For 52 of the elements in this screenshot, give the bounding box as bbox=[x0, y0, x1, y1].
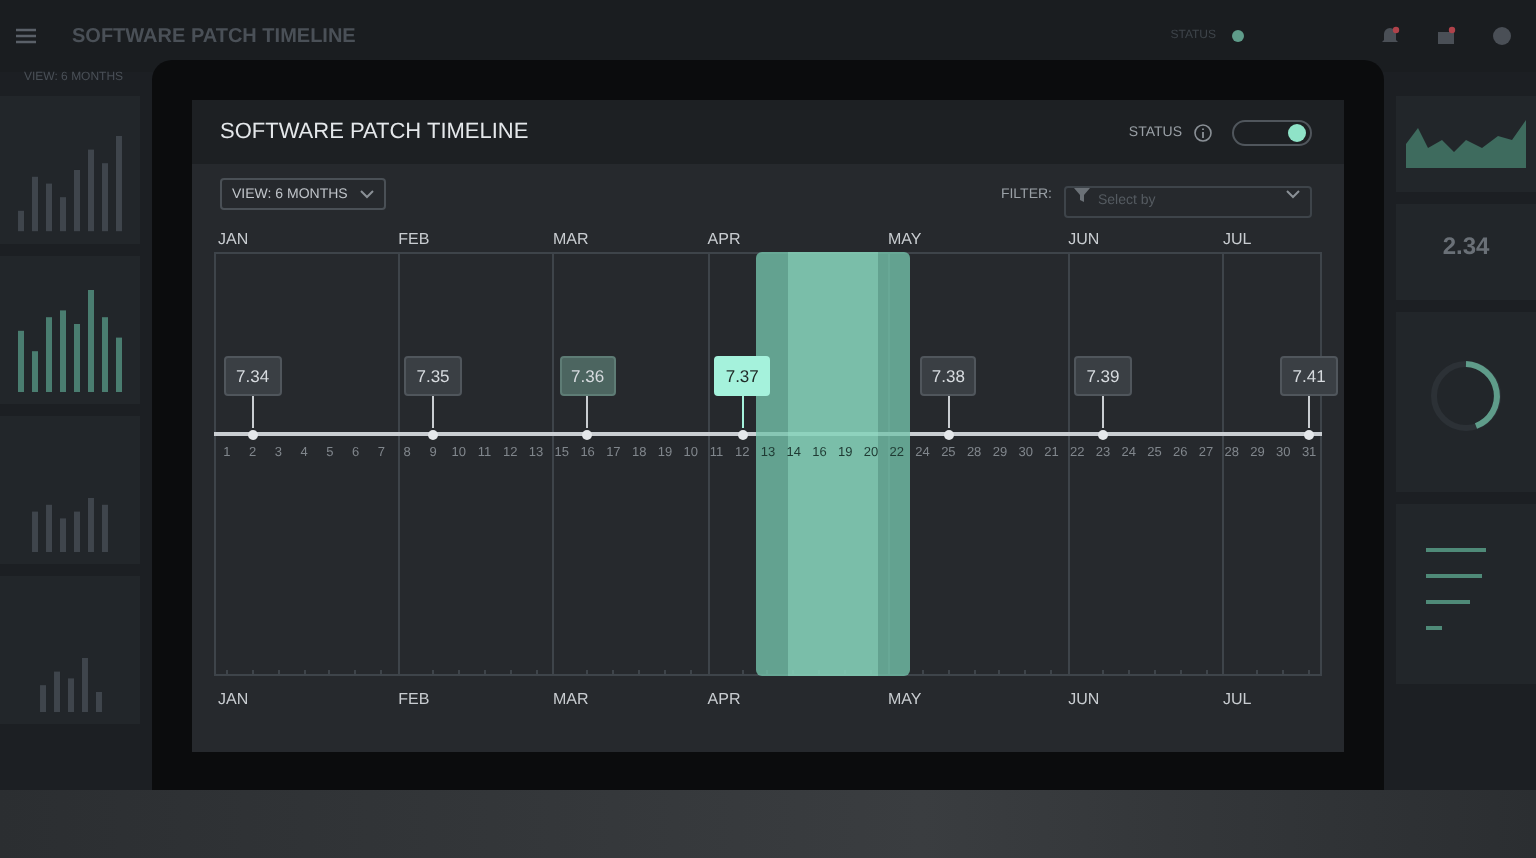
month-label: MAR bbox=[552, 230, 591, 252]
chevron-down-icon bbox=[359, 189, 374, 199]
month-label: MAR bbox=[552, 690, 591, 712]
version-badge: 7.38 bbox=[919, 356, 977, 396]
mail-icon[interactable] bbox=[1436, 26, 1456, 46]
stem-line bbox=[432, 392, 434, 428]
stem-line bbox=[1101, 392, 1104, 428]
version-badge: 7.34 bbox=[224, 356, 282, 396]
stem-line bbox=[586, 392, 589, 428]
version-badge: 7.37 bbox=[713, 356, 771, 396]
bell-icon[interactable] bbox=[1380, 26, 1400, 46]
month-label: MAY bbox=[887, 690, 924, 712]
month-label: FEB bbox=[398, 230, 432, 252]
bar-chart-drawing bbox=[18, 136, 122, 232]
month-label: APR bbox=[707, 690, 743, 712]
release-dot bbox=[582, 429, 593, 439]
info-icon[interactable] bbox=[1194, 123, 1212, 141]
stem-line bbox=[741, 392, 744, 428]
release-dot bbox=[1304, 429, 1315, 439]
chevron-down-icon bbox=[1286, 190, 1300, 200]
month-label: APR bbox=[707, 230, 743, 252]
month-label: JUL bbox=[1222, 230, 1254, 252]
version-badge: 7.39 bbox=[1074, 356, 1132, 396]
release-dot bbox=[428, 429, 438, 439]
release-dot bbox=[1097, 429, 1108, 439]
release-dot bbox=[737, 429, 748, 439]
month-label: MAY bbox=[887, 230, 924, 252]
menu-icon[interactable] bbox=[16, 28, 36, 44]
month-label: JUN bbox=[1068, 690, 1102, 712]
stem-line bbox=[947, 392, 950, 428]
month-label: JAN bbox=[218, 690, 251, 712]
version-badge: 7.41 bbox=[1280, 356, 1338, 396]
bar-chart-drawing bbox=[32, 497, 108, 552]
version-badge: 7.35 bbox=[404, 356, 462, 396]
release-dot bbox=[943, 429, 954, 439]
month-label: FEB bbox=[398, 690, 432, 712]
filter-icon bbox=[1074, 186, 1090, 202]
stat-value: 2.34 bbox=[1442, 232, 1490, 260]
stem-line bbox=[251, 392, 254, 428]
version-badge: 7.36 bbox=[559, 356, 617, 396]
month-label: JUN bbox=[1068, 230, 1102, 252]
bar-chart-drawing bbox=[39, 657, 101, 712]
month-label: JAN bbox=[218, 230, 251, 252]
user-icon[interactable] bbox=[1492, 26, 1512, 46]
status-dot-icon bbox=[1232, 30, 1244, 42]
release-dot bbox=[247, 429, 258, 439]
month-label: JUL bbox=[1222, 690, 1254, 712]
panel-title: SOFTWARE PATCH TIMELINE bbox=[220, 120, 531, 144]
donut-drawing bbox=[1426, 356, 1506, 436]
bar-chart-drawing bbox=[18, 290, 122, 392]
status-toggle[interactable] bbox=[1232, 119, 1312, 145]
stem-line bbox=[1308, 392, 1311, 428]
